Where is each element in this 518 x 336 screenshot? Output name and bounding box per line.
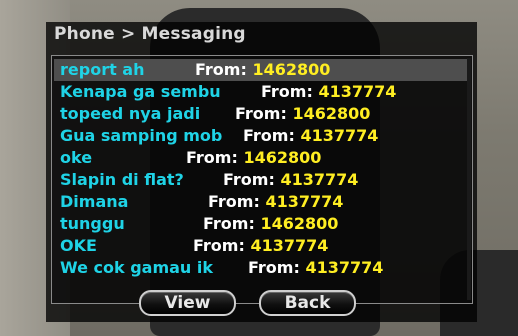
message-text: Dimana xyxy=(60,192,129,211)
message-row[interactable]: OKE From: 4137774 xyxy=(52,235,472,257)
message-row[interactable]: Kenapa ga sembu From: 4137774 xyxy=(52,81,472,103)
message-row[interactable]: Slapin di flat? From: 4137774 xyxy=(52,169,472,191)
list-scrollbar[interactable] xyxy=(467,58,471,300)
dialog-title: Phone > Messaging xyxy=(54,24,246,44)
message-text: OKE xyxy=(60,236,97,255)
sender-number: 1462800 xyxy=(252,60,331,79)
message-text: tunggu xyxy=(60,214,125,233)
message-text: report ah xyxy=(60,60,145,79)
message-row[interactable]: topeed nya jadi From: 1462800 xyxy=(52,103,472,125)
sender-number: 4137774 xyxy=(280,170,359,189)
sender-number: 1462800 xyxy=(292,104,371,123)
message-row[interactable]: We cok gamau ik From: 4137774 xyxy=(52,257,472,279)
message-text: Kenapa ga sembu xyxy=(60,82,221,101)
from-label: From: 1462800 xyxy=(195,60,331,79)
message-row[interactable]: Gua samping mob From: 4137774 xyxy=(52,125,472,147)
from-label: From: 4137774 xyxy=(223,170,359,189)
from-label: From: 4137774 xyxy=(243,126,379,145)
message-text: Slapin di flat? xyxy=(60,170,184,189)
sender-number: 1462800 xyxy=(243,148,322,167)
sender-number: 4137774 xyxy=(300,126,379,145)
message-text: oke xyxy=(60,148,93,167)
sender-number: 4137774 xyxy=(250,236,329,255)
sender-number: 4137774 xyxy=(318,82,397,101)
message-row[interactable]: Dimana From: 4137774 xyxy=(52,191,472,213)
from-label: From: 4137774 xyxy=(208,192,344,211)
back-button[interactable]: Back xyxy=(259,290,356,316)
message-text: We cok gamau ik xyxy=(60,258,213,277)
from-label: From: 1462800 xyxy=(186,148,322,167)
sender-number: 1462800 xyxy=(260,214,339,233)
message-text: topeed nya jadi xyxy=(60,104,201,123)
from-label: From: 1462800 xyxy=(203,214,339,233)
messaging-dialog: Phone > Messaging report ah From: 146280… xyxy=(46,22,477,322)
from-label: From: 4137774 xyxy=(248,258,384,277)
message-text: Gua samping mob xyxy=(60,126,223,145)
from-label: From: 4137774 xyxy=(193,236,329,255)
view-button[interactable]: View xyxy=(139,290,236,316)
message-list[interactable]: report ah From: 1462800 Kenapa ga sembu … xyxy=(51,55,473,304)
from-label: From: 1462800 xyxy=(235,104,371,123)
message-row[interactable]: oke From: 1462800 xyxy=(52,147,472,169)
sender-number: 4137774 xyxy=(265,192,344,211)
from-label: From: 4137774 xyxy=(261,82,397,101)
message-row[interactable]: tunggu From: 1462800 xyxy=(52,213,472,235)
message-row[interactable]: report ah From: 1462800 xyxy=(54,59,470,81)
sender-number: 4137774 xyxy=(305,258,384,277)
